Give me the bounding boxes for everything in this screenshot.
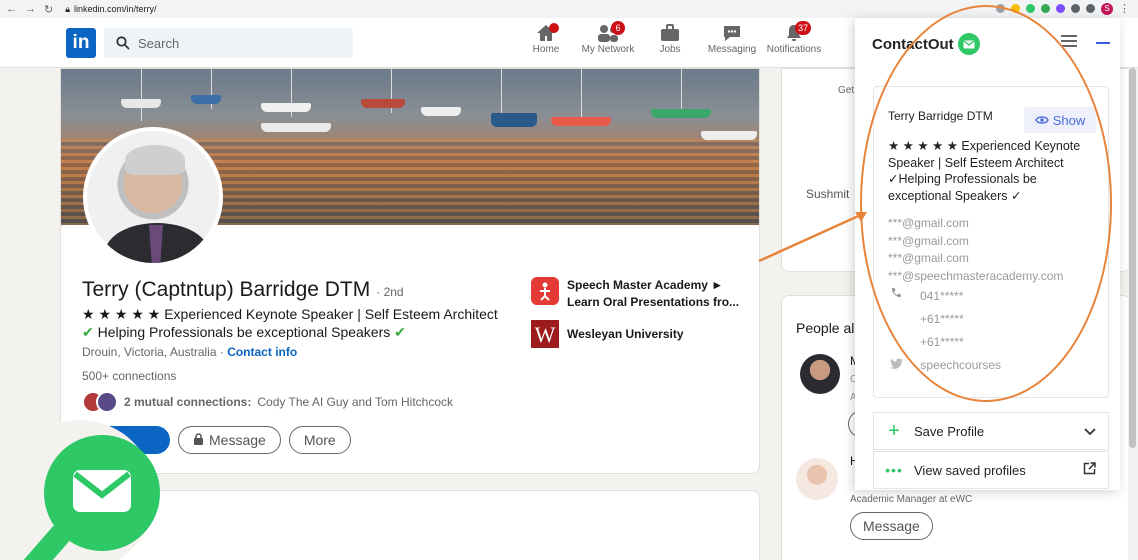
check-icon: ✔ <box>82 324 94 340</box>
linkedin-logo[interactable]: in <box>66 28 96 58</box>
puzzle-icon[interactable] <box>1071 4 1080 13</box>
sidebar-person-name[interactable]: Sushmit <box>806 187 849 201</box>
profile-location: Drouin, Victoria, Australia · <box>82 345 224 359</box>
nav-messaging[interactable]: Messaging <box>701 22 763 55</box>
mutual-label: 2 mutual connections: <box>124 395 252 409</box>
ellipsis-icon: ••• <box>885 462 903 478</box>
nav-my-network[interactable]: 6 My Network <box>577 21 639 55</box>
headline-line-1: ★ ★ ★ ★ ★ Experienced Keynote Speaker | … <box>82 306 498 322</box>
browser-profile-avatar[interactable]: S <box>1101 2 1113 15</box>
lock-icon <box>193 432 204 448</box>
extension-icon[interactable] <box>1056 4 1065 13</box>
view-saved-label: View saved profiles <box>914 462 1026 478</box>
mutual-avatar <box>96 391 118 413</box>
minimize-icon[interactable] <box>1096 42 1110 44</box>
bell-icon <box>763 22 825 44</box>
network-icon <box>577 22 639 44</box>
url-text: linkedin.com/in/terry/ <box>74 4 157 14</box>
check-icon: ✔ <box>394 324 406 340</box>
home-badge <box>549 23 559 33</box>
nav-notifications[interactable]: 37 Notifications <box>763 21 825 55</box>
activity-card <box>60 490 760 560</box>
message-button[interactable]: Message <box>178 426 281 454</box>
profile-photo[interactable] <box>83 127 223 267</box>
contactout-ext-icon[interactable] <box>1026 4 1035 13</box>
magnifier-mail-icon <box>23 435 160 560</box>
home-icon <box>515 22 577 44</box>
mutual-connections[interactable]: 2 mutual connections: Cody The AI Guy an… <box>82 391 453 413</box>
view-saved-profiles-button[interactable]: ••• View saved profiles <box>873 451 1109 489</box>
plus-icon: + <box>888 419 900 442</box>
chat-icon <box>701 22 763 44</box>
nav-jobs-label: Jobs <box>659 44 681 55</box>
network-badge: 6 <box>611 21 625 35</box>
message-button-label: Message <box>209 432 266 448</box>
highlight-ellipse <box>860 5 1112 402</box>
headline-line-2-row: ✔ Helping Professionals be exceptional S… <box>82 323 512 341</box>
briefcase-icon <box>639 22 701 44</box>
address-bar[interactable]: 🔒︎ linkedin.com/in/terry/ <box>65 4 156 15</box>
reading-list-icon[interactable] <box>1086 4 1095 13</box>
annotation-arrow <box>758 211 867 263</box>
education-item[interactable]: W Wesleyan University <box>531 320 684 348</box>
nav-my-network-label: My Network <box>581 44 635 55</box>
save-profile-label: Save Profile <box>914 423 985 439</box>
mutual-names: Cody The AI Guy and Tom Hitchcock <box>257 395 454 409</box>
profile-location-row: Drouin, Victoria, Australia · Contact in… <box>82 345 297 359</box>
nav-home[interactable]: Home <box>515 22 577 55</box>
wesleyan-logo: W <box>531 320 559 348</box>
search-input[interactable]: Search <box>104 28 353 58</box>
search-placeholder: Search <box>138 35 180 51</box>
nav-home-label: Home <box>532 44 560 55</box>
lock-icon: 🔒︎ <box>65 3 71 14</box>
main-nav: Home 6 My Network Jobs Messaging 37 Noti… <box>515 21 825 55</box>
back-icon[interactable]: ← <box>6 3 17 16</box>
contact-info-link[interactable]: Contact info <box>227 345 297 359</box>
profile-headline: ★ ★ ★ ★ ★ Experienced Keynote Speaker | … <box>82 305 512 341</box>
experience-company-line2: Learn Oral Presentations fro... <box>567 295 740 309</box>
extension-icon[interactable] <box>1041 4 1050 13</box>
forward-icon[interactable]: → <box>25 3 36 16</box>
experience-company: Speech Master Academy ► <box>567 278 724 292</box>
education-school: Wesleyan University <box>567 327 684 341</box>
person-title: Academic Manager at eWC <box>850 494 973 505</box>
more-button[interactable]: More <box>288 426 351 454</box>
menu-dots-icon[interactable]: ⋮ <box>1119 2 1130 15</box>
nav-jobs[interactable]: Jobs <box>639 22 701 55</box>
profile-card: Terry (Captntup) Barridge DTM · 2nd ★ ★ … <box>60 68 760 474</box>
person-avatar[interactable] <box>800 354 840 394</box>
profile-name-row: Terry (Captntup) Barridge DTM · 2nd <box>82 278 404 302</box>
connection-degree: · 2nd <box>376 285 404 299</box>
sidebar-get-text: Get <box>838 85 855 96</box>
notifications-badge: 37 <box>795 21 812 35</box>
browser-nav: ← → ↻ <box>0 3 53 16</box>
people-also-viewed-title: People al <box>796 320 855 336</box>
scrollbar-thumb[interactable] <box>1129 68 1136 448</box>
speech-master-logo <box>531 277 559 305</box>
person-avatar[interactable] <box>796 458 838 500</box>
nav-notifications-label: Notifications <box>766 44 822 55</box>
connections-count[interactable]: 500+ connections <box>82 369 176 383</box>
external-link-icon <box>1083 462 1096 478</box>
reload-icon[interactable]: ↻ <box>44 3 53 16</box>
nav-messaging-label: Messaging <box>707 44 757 55</box>
profile-name: Terry (Captntup) Barridge DTM <box>82 278 371 301</box>
headline-line-2: Helping Professionals be exceptional Spe… <box>97 324 391 340</box>
experience-item[interactable]: Speech Master Academy ► Learn Oral Prese… <box>531 277 739 311</box>
chevron-down-icon[interactable] <box>1084 423 1096 439</box>
search-icon <box>116 36 130 50</box>
twitter-icon <box>890 358 906 372</box>
contactout-large-logo <box>5 420 160 560</box>
person-message-button[interactable]: Message <box>850 512 933 540</box>
save-profile-button[interactable]: + Save Profile <box>873 412 1109 450</box>
